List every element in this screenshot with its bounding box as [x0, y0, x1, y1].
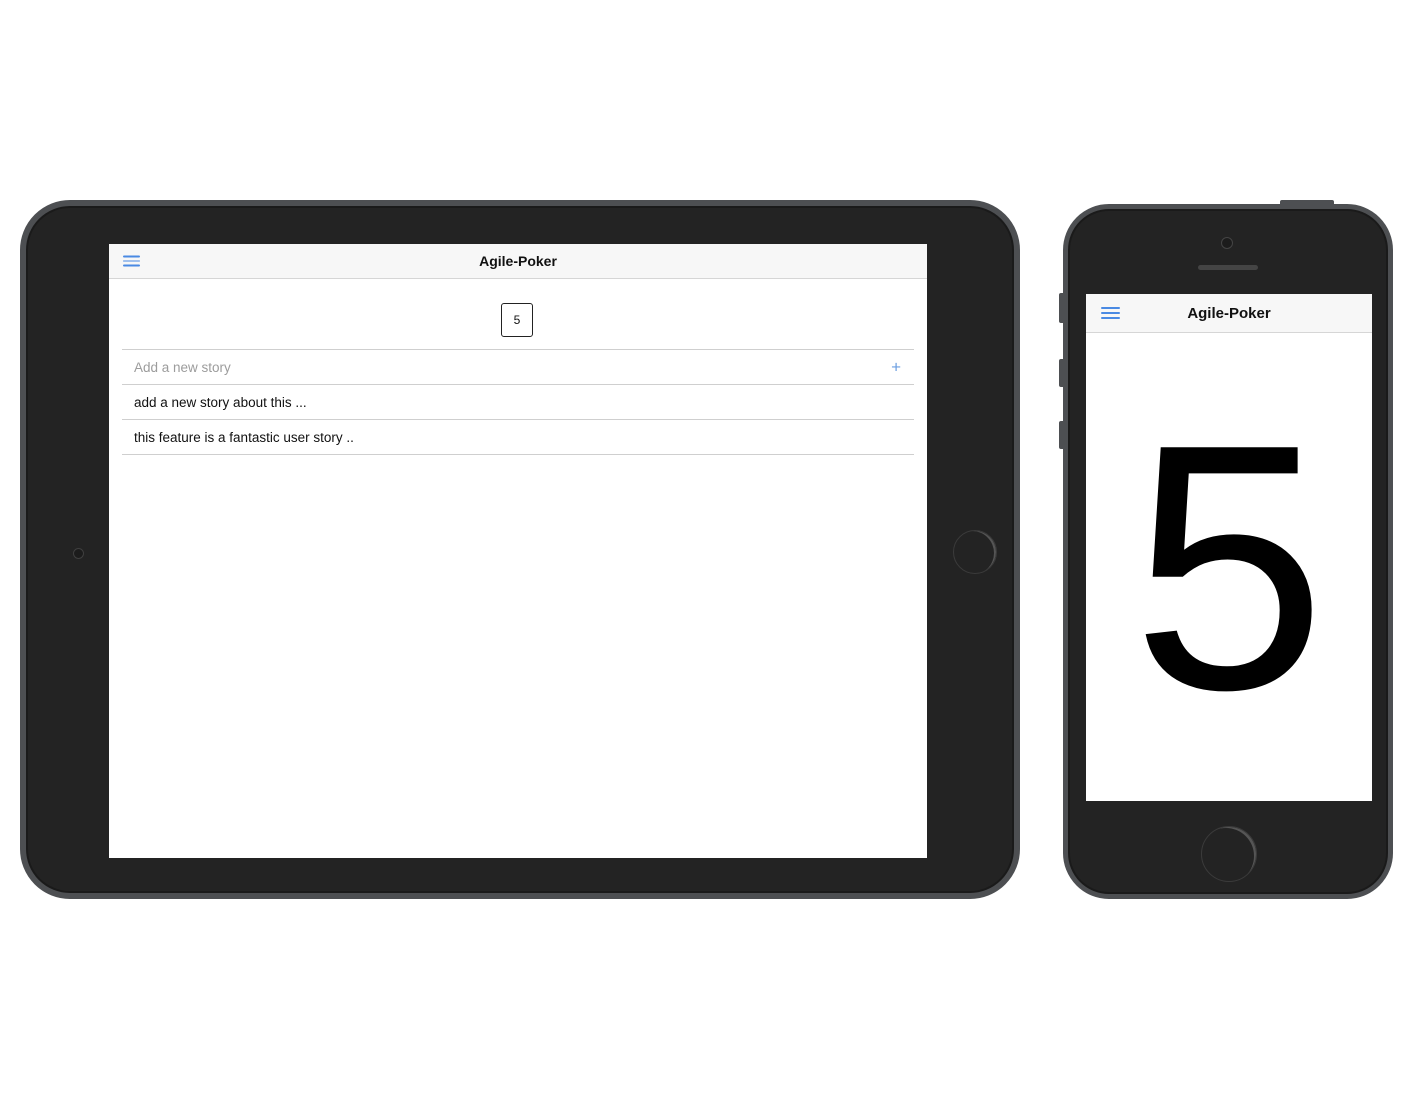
- new-story-input[interactable]: [134, 359, 834, 375]
- phone-speaker: [1198, 265, 1258, 270]
- story-item[interactable]: this feature is a fantastic user story .…: [122, 420, 914, 455]
- phone-mute-switch: [1059, 293, 1063, 323]
- tablet-device: Agile-Poker 5 + add a new story about th…: [20, 200, 1020, 899]
- plus-icon[interactable]: +: [891, 359, 901, 376]
- hamburger-menu-icon[interactable]: [1101, 307, 1120, 319]
- tablet-screen: Agile-Poker 5 + add a new story about th…: [109, 244, 927, 858]
- phone-camera-icon: [1221, 237, 1233, 249]
- tablet-camera-icon: [73, 548, 84, 559]
- tablet-navbar: Agile-Poker: [109, 244, 927, 279]
- phone-home-button[interactable]: [1201, 826, 1257, 882]
- phone-navbar: Agile-Poker: [1086, 294, 1372, 333]
- app-title: Agile-Poker: [1187, 304, 1271, 322]
- phone-volume-up-button: [1059, 359, 1063, 387]
- phone-device: Agile-Poker 5: [1059, 200, 1393, 899]
- story-list: + add a new story about this ... this fe…: [122, 349, 914, 455]
- hamburger-menu-icon[interactable]: [123, 255, 140, 267]
- tablet-home-button[interactable]: [953, 530, 997, 574]
- story-item[interactable]: add a new story about this ...: [122, 385, 914, 420]
- card-value: 5: [1131, 372, 1327, 763]
- new-story-row: +: [122, 350, 914, 385]
- app-title: Agile-Poker: [479, 253, 557, 269]
- phone-screen: Agile-Poker 5: [1086, 294, 1372, 801]
- large-card-display[interactable]: 5: [1086, 332, 1372, 801]
- selected-card[interactable]: 5: [501, 303, 533, 337]
- phone-volume-down-button: [1059, 421, 1063, 449]
- phone-power-button: [1280, 200, 1334, 205]
